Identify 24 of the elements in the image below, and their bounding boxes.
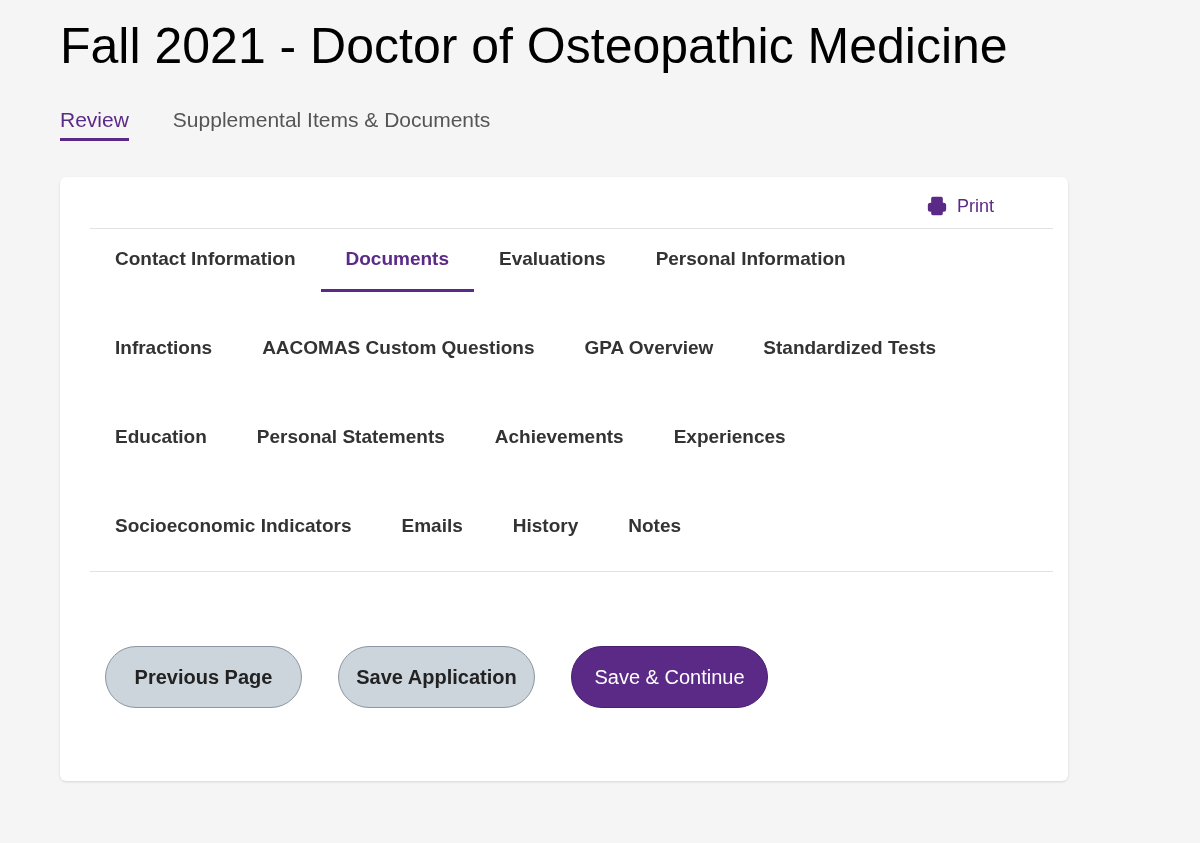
section-tab[interactable]: Emails xyxy=(376,511,488,559)
page-title: Fall 2021 - Doctor of Osteopathic Medicine xyxy=(60,17,1008,76)
action-button[interactable]: Previous Page xyxy=(105,645,302,708)
section-tab[interactable]: History xyxy=(487,511,604,559)
section-tab[interactable]: Personal Information xyxy=(630,244,871,292)
section-tab[interactable]: AACOMAS Custom Questions xyxy=(237,333,560,381)
print-link[interactable]: Print xyxy=(927,192,994,220)
printer-icon xyxy=(927,196,947,216)
section-tab[interactable]: Infractions xyxy=(90,333,238,381)
section-tab[interactable]: Achievements xyxy=(469,422,649,470)
section-tab[interactable]: Contact Information xyxy=(90,244,321,292)
section-tab[interactable]: Standardized Tests xyxy=(738,333,962,381)
section-tab[interactable]: GPA Overview xyxy=(559,333,739,381)
section-tab[interactable]: Experiences xyxy=(648,422,811,470)
section-tab[interactable]: Notes xyxy=(603,511,707,559)
section-tab[interactable]: Evaluations xyxy=(473,244,631,292)
page-tab[interactable]: Review xyxy=(60,104,129,141)
section-tab[interactable]: Personal Statements xyxy=(231,422,470,470)
action-button[interactable]: Save & Continue xyxy=(571,645,768,708)
section-tab[interactable]: Education xyxy=(90,422,232,470)
action-button[interactable]: Save Application xyxy=(338,645,535,708)
section-tab[interactable]: Socioeconomic Indicators xyxy=(90,511,377,559)
page-tab[interactable]: Supplemental Items & Documents xyxy=(172,104,491,141)
section-tab[interactable]: Documents xyxy=(320,244,474,292)
